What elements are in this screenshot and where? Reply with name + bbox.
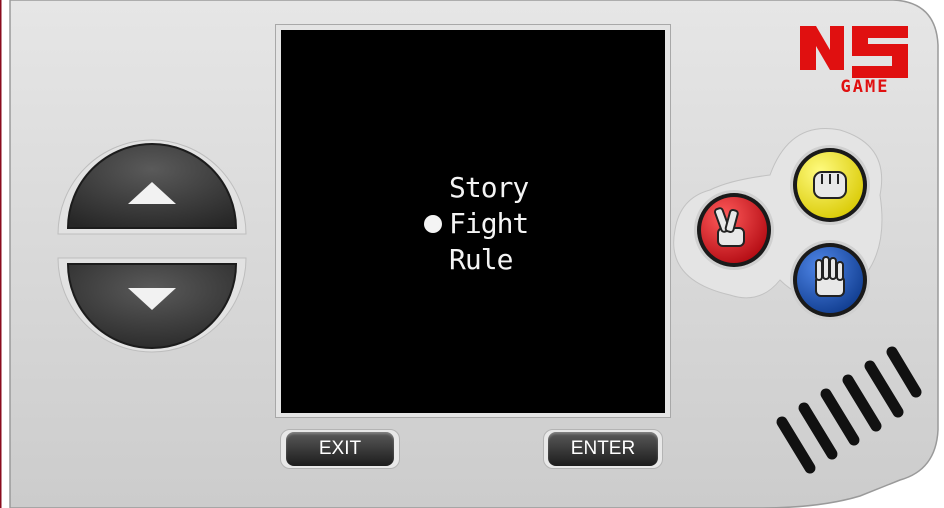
dpad-down-button[interactable] bbox=[66, 263, 238, 349]
paper-hand-icon bbox=[815, 256, 845, 297]
rock-hand-icon bbox=[813, 171, 847, 199]
enter-button[interactable]: ENTER bbox=[548, 432, 658, 466]
menu-item-label: Fight bbox=[449, 207, 529, 240]
dpad-up-button[interactable] bbox=[66, 143, 238, 229]
paper-button[interactable] bbox=[790, 240, 870, 320]
dpad bbox=[57, 139, 247, 353]
menu-item-label: Story bbox=[449, 171, 529, 204]
menu-item-fight[interactable]: Fight bbox=[424, 206, 529, 242]
exit-button[interactable]: EXIT bbox=[286, 432, 394, 466]
main-menu: Story Fight Rule bbox=[424, 170, 529, 278]
game-console: Story Fight Rule EXIT ENTER GAME bbox=[0, 0, 944, 508]
game-screen: Story Fight Rule bbox=[281, 30, 665, 413]
menu-item-rule[interactable]: Rule bbox=[449, 242, 528, 278]
menu-item-story[interactable]: Story bbox=[449, 170, 529, 206]
selection-cursor-icon bbox=[424, 215, 442, 233]
scissors-button[interactable] bbox=[694, 190, 774, 270]
action-button-cluster bbox=[673, 128, 883, 320]
menu-item-label: Rule bbox=[449, 243, 513, 276]
speaker-grille bbox=[776, 346, 922, 474]
rock-button[interactable] bbox=[790, 145, 870, 225]
logo-game-text: GAME bbox=[840, 77, 890, 97]
